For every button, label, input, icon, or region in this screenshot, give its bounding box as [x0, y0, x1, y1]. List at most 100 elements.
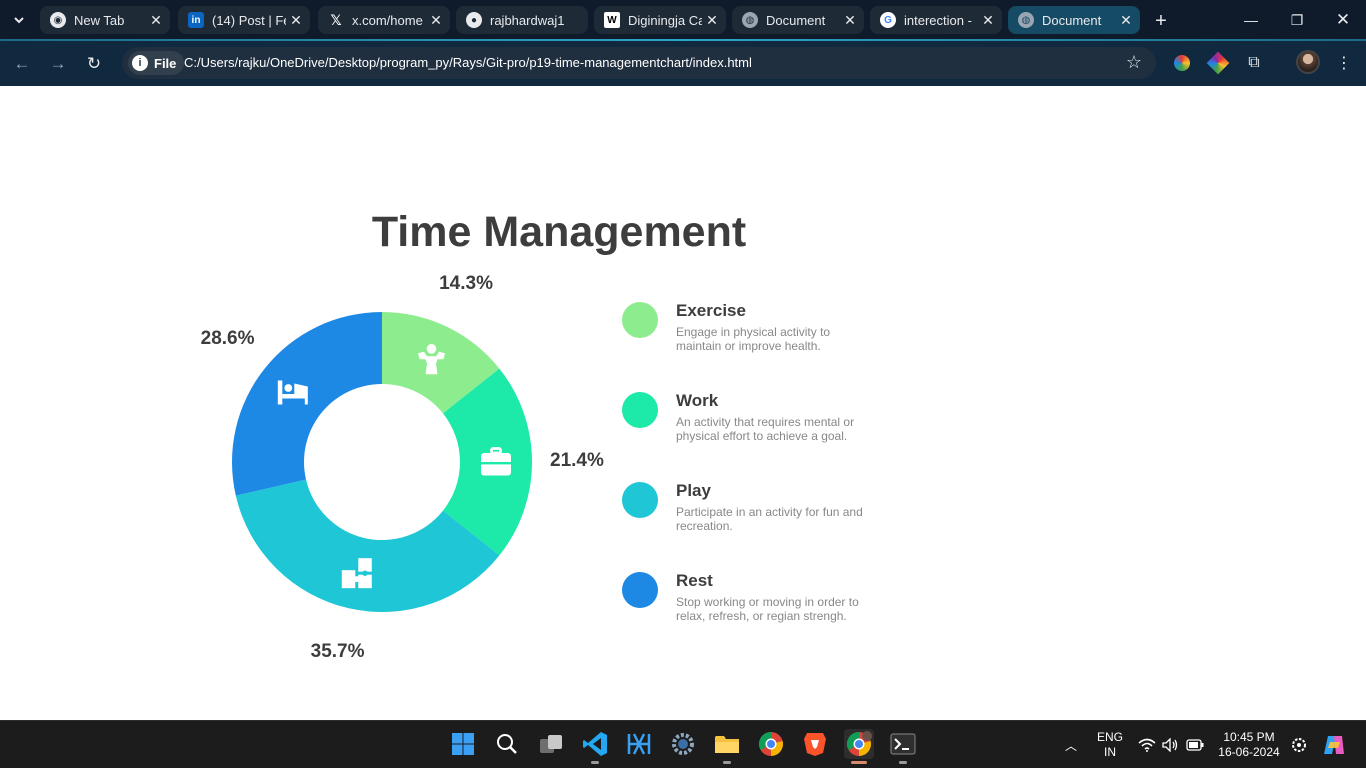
minimize-button[interactable]: — [1228, 6, 1274, 34]
extension-button[interactable] [1206, 51, 1230, 75]
browser-menu-button[interactable]: ⋮ [1332, 51, 1356, 75]
task-view-button[interactable] [536, 729, 566, 759]
minimize-icon: — [1244, 12, 1258, 28]
site-info-chip[interactable]: i File [128, 51, 185, 75]
start-button[interactable] [448, 729, 478, 759]
donut-chart [232, 312, 532, 612]
chrome-button[interactable] [756, 729, 786, 759]
tab-title: Diginingja Car [628, 12, 702, 28]
chrome-profile-button[interactable] [844, 729, 874, 759]
forward-button[interactable]: → [45, 51, 71, 77]
chevron-down-icon [14, 17, 24, 24]
x-icon: 𝕏 [330, 11, 342, 28]
globe-icon: ◍ [742, 12, 758, 28]
tab-title: New Tab [74, 12, 125, 28]
notification-settings-icon [1292, 738, 1306, 752]
profile-avatar[interactable] [1296, 50, 1320, 74]
show-hidden-icons-button[interactable]: ︿ [1060, 721, 1082, 768]
tab-title: rajbhardwaj1 [490, 12, 565, 28]
close-icon[interactable]: ✕ [286, 10, 306, 30]
notifications-button[interactable] [1288, 721, 1310, 768]
tab-document[interactable]: ◍ Document ✕ [732, 6, 864, 34]
tab-google[interactable]: G interection - ✕ [870, 6, 1002, 34]
back-button[interactable]: ← [9, 51, 35, 77]
color-picker-icon [1206, 51, 1230, 75]
address-bar[interactable]: i File C:/Users/rajku/OneDrive/Desktop/p… [122, 47, 1156, 79]
running-indicator [723, 761, 731, 764]
terminal-icon [890, 733, 916, 755]
close-icon[interactable]: ✕ [426, 10, 446, 30]
language-indicator[interactable]: ENG IN [1096, 730, 1124, 760]
chrome-icon: ◉ [50, 12, 66, 28]
gear-icon [672, 733, 694, 755]
close-icon[interactable]: ✕ [702, 10, 722, 30]
tab-title: Document [1042, 12, 1102, 28]
legend-desc: Engage in physical activity to maintain … [676, 325, 831, 353]
settings-button[interactable] [668, 729, 698, 759]
terminal-button[interactable] [888, 729, 918, 759]
chrome-icon [758, 732, 783, 756]
tab-digininja[interactable]: W Diginingja Car ✕ [594, 6, 726, 34]
bookmark-star-icon[interactable]: ☆ [1126, 52, 1142, 73]
plus-icon: + [1155, 9, 1167, 32]
legend-dot [622, 482, 658, 518]
file-explorer-button[interactable] [712, 729, 742, 759]
running-indicator [591, 761, 599, 764]
tab-new-tab[interactable]: ◉ New Tab ✕ [40, 6, 170, 34]
legend-desc: Stop working or moving in order to relax… [676, 595, 859, 623]
info-icon: i [132, 55, 148, 71]
legend-dot [622, 392, 658, 428]
tab-title: Document [766, 12, 826, 28]
chrome-icon [846, 731, 872, 756]
tab-title: x.com/home [352, 12, 423, 28]
arrow-right-icon: → [49, 54, 67, 73]
close-window-button[interactable]: ✕ [1320, 6, 1366, 34]
restore-button[interactable]: ❐ [1274, 6, 1320, 34]
google-icon: G [880, 12, 896, 28]
tab-document-active[interactable]: ◍ Document ✕ [1008, 6, 1140, 34]
copilot-icon [1324, 736, 1344, 754]
wifi-icon [1138, 738, 1156, 752]
tab-linkedin[interactable]: in (14) Post | Fe ✕ [178, 6, 310, 34]
extension-button[interactable] [1170, 51, 1194, 75]
app-button[interactable] [624, 729, 654, 759]
tab-title: (14) Post | Fe [212, 12, 286, 28]
github-icon: ● [466, 12, 482, 28]
w-icon: W [604, 12, 620, 28]
quick-settings-button[interactable] [1136, 721, 1206, 768]
legend-title: Play [676, 481, 711, 500]
close-icon[interactable]: ✕ [146, 10, 166, 30]
url-text[interactable]: C:/Users/rajku/OneDrive/Desktop/program_… [184, 55, 752, 70]
reload-button[interactable]: ↻ [81, 51, 107, 77]
extensions-menu-button[interactable]: ⧉ [1242, 51, 1266, 75]
vscode-button[interactable] [580, 729, 610, 759]
page-title: Time Management [371, 208, 747, 256]
legend-item-exercise: Exercise Engage in physical activity to … [622, 300, 902, 370]
tab-github[interactable]: ● rajbhardwaj1 [456, 6, 588, 34]
close-icon[interactable]: ✕ [978, 10, 998, 30]
search-button[interactable] [492, 729, 522, 759]
system-clock[interactable]: 10:45 PM 16-06-2024 [1218, 730, 1280, 760]
legend-title: Rest [676, 571, 713, 590]
percent-label-exercise: 14.3% [439, 273, 493, 295]
taskbar: ︿ ENG IN 10:45 PM 16-06-2024 [0, 720, 1366, 768]
app-logo-icon [627, 733, 651, 755]
close-icon[interactable]: ✕ [840, 10, 860, 30]
tab-strip: ◉ New Tab ✕ in (14) Post | Fe ✕ 𝕏 x.com/… [0, 0, 1366, 41]
globe-icon: ◍ [1018, 12, 1034, 28]
brave-button[interactable] [800, 729, 830, 759]
percent-label-rest: 28.6% [200, 327, 255, 349]
puzzle-icon: ⧉ [1248, 54, 1260, 71]
tab-x-home[interactable]: 𝕏 x.com/home ✕ [318, 6, 450, 34]
chevron-up-icon: ︿ [1064, 738, 1077, 753]
tab-title: interection - [904, 12, 972, 28]
volume-icon [1162, 738, 1178, 752]
close-icon[interactable]: ✕ [1116, 10, 1136, 30]
battery-icon [1186, 739, 1204, 751]
new-tab-button[interactable]: + [1148, 8, 1174, 34]
clock-date: 16-06-2024 [1218, 745, 1280, 759]
tab-search-button[interactable] [6, 8, 32, 32]
legend-item-work: Work An activity that requires mental or… [622, 390, 902, 460]
copilot-button[interactable] [1320, 721, 1348, 768]
legend-dot [622, 572, 658, 608]
